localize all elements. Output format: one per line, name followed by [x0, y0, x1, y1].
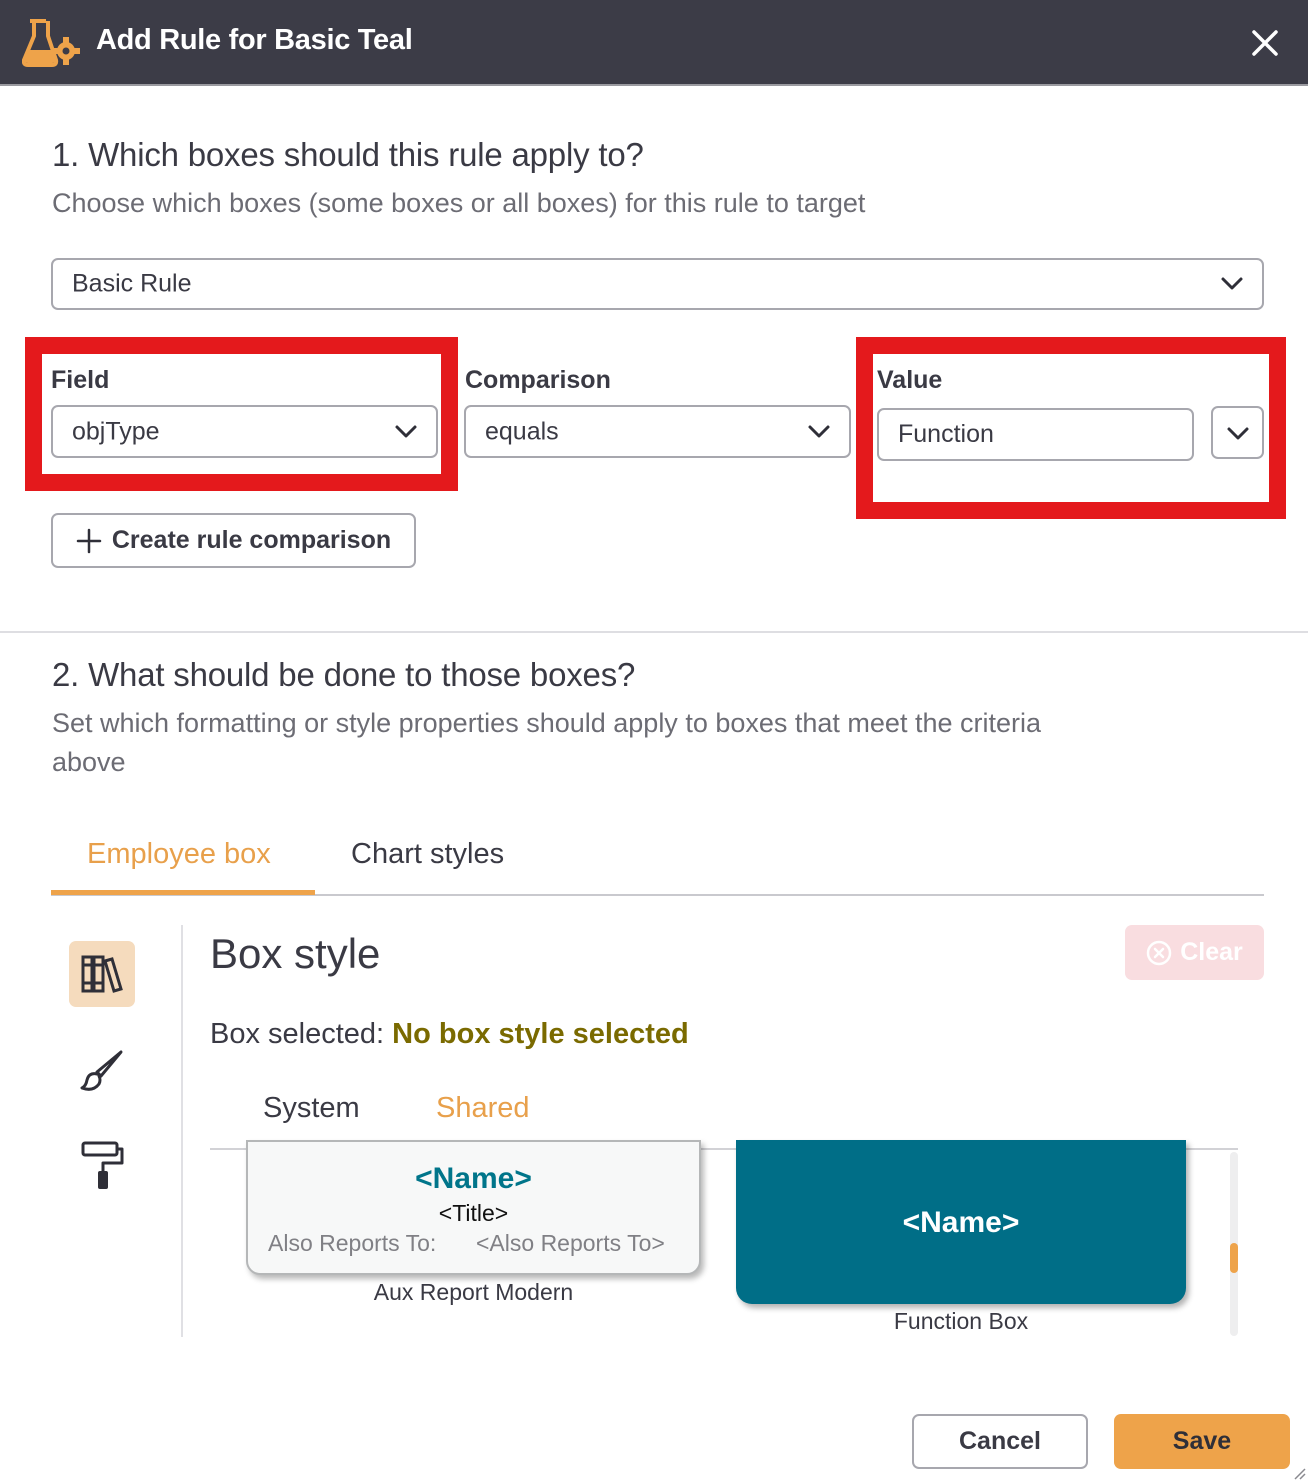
field-value: objType [72, 417, 160, 445]
sidebar-item-box-style[interactable] [69, 941, 135, 1007]
subtab-shared[interactable]: Shared [436, 1092, 530, 1125]
sidebar-divider [181, 925, 183, 1337]
paint-roller-icon [81, 1141, 124, 1189]
close-icon[interactable] [1246, 24, 1284, 62]
cancel-button[interactable]: Cancel [912, 1414, 1088, 1469]
card-title: <Title> [438, 1200, 509, 1226]
card-caption: Aux Report Modern [373, 1279, 574, 1305]
create-rule-comparison-button[interactable]: Create rule comparison [51, 513, 416, 568]
box-selected-value: No box style selected [392, 1018, 689, 1050]
section2-subtitle-line1: Set which formatting or style properties… [52, 708, 1041, 738]
comparison-select[interactable]: equals [464, 405, 851, 458]
section1-title: 1. Which boxes should this rule apply to… [52, 136, 644, 173]
field-label: Field [51, 366, 110, 394]
brush-icon [80, 1050, 123, 1091]
books-icon [81, 955, 123, 993]
scrollbar-thumb[interactable] [1230, 1243, 1238, 1273]
card-name: <Name> [415, 1162, 532, 1195]
chevron-down-icon [1227, 427, 1249, 440]
chevron-down-icon [808, 425, 830, 437]
resize-handle-icon[interactable] [1292, 1466, 1306, 1480]
section-divider [0, 631, 1308, 633]
tab-chart-styles[interactable]: Chart styles [351, 838, 504, 871]
chevron-down-icon [1221, 277, 1243, 290]
create-rule-comparison-label: Create rule comparison [111, 526, 392, 554]
clear-circle-icon [1146, 940, 1172, 965]
value-input[interactable]: Function [877, 408, 1194, 461]
dialog-titlebar: Add Rule for Basic Teal [0, 0, 1308, 86]
rule-type-value: Basic Rule [72, 269, 192, 298]
box-selected-row: Box selected: No box style selected [210, 1018, 689, 1051]
section2-subtitle-line2: above [52, 747, 126, 777]
card-also-reports-value: <Also Reports To> [476, 1230, 665, 1256]
box-style-card-aux-report-modern[interactable]: <Name> <Title> Also Reports To: <Also Re… [246, 1140, 701, 1275]
box-style-card-function-box[interactable]: <Name> [736, 1140, 1186, 1304]
subtab-system[interactable]: System [263, 1092, 360, 1125]
plus-icon [76, 528, 102, 553]
value-label: Value [877, 366, 943, 394]
value-dropdown-button[interactable] [1211, 406, 1264, 459]
sidebar-item-format[interactable] [69, 1038, 135, 1104]
tab-employee-box[interactable]: Employee box [87, 838, 271, 871]
comparison-value: equals [485, 417, 559, 445]
section1-subtitle: Choose which boxes (some boxes or all bo… [52, 188, 866, 218]
rule-type-select[interactable]: Basic Rule [51, 258, 1264, 310]
card-also-reports-label: Also Reports To: [268, 1230, 437, 1256]
card-name: <Name> [902, 1206, 1020, 1239]
box-style-title: Box style [210, 930, 381, 977]
chevron-down-icon [395, 425, 417, 437]
active-tab-indicator [51, 890, 315, 895]
box-selected-label: Box selected: [210, 1018, 385, 1050]
clear-label: Clear [1180, 938, 1243, 966]
dialog-title: Add Rule for Basic Teal [96, 24, 413, 56]
comparison-label: Comparison [465, 366, 611, 394]
field-select[interactable]: objType [51, 405, 438, 458]
section2-title: 2. What should be done to those boxes? [52, 656, 636, 693]
clear-button[interactable]: Clear [1125, 925, 1264, 980]
save-button[interactable]: Save [1114, 1414, 1290, 1469]
flask-gear-icon [22, 19, 80, 67]
sidebar-item-paint[interactable] [69, 1132, 135, 1198]
card-caption: Function Box [893, 1308, 1029, 1334]
